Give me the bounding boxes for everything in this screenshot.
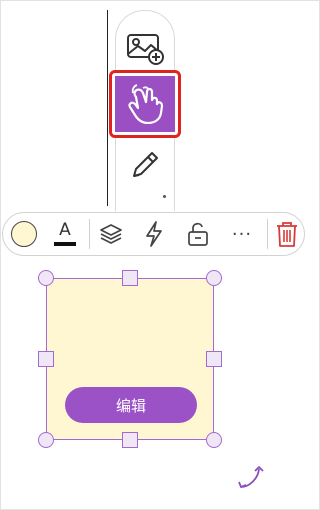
delete-button[interactable]: [272, 219, 302, 249]
trash-icon: [277, 222, 297, 247]
resize-handle-top-left[interactable]: [38, 270, 54, 286]
unlock-icon: [188, 222, 208, 246]
lock-button[interactable]: [183, 219, 213, 249]
action-button[interactable]: [139, 219, 169, 249]
resize-handle-top-right[interactable]: [206, 270, 222, 286]
resize-handle-bottom-left[interactable]: [38, 432, 54, 448]
layer-order-button[interactable]: [96, 219, 126, 249]
add-image-button[interactable]: [125, 29, 165, 69]
edit-button[interactable]: 编辑: [65, 387, 197, 423]
text-color-icon: A: [54, 220, 76, 247]
image-add-icon: [127, 34, 164, 65]
selected-tool-highlight: [109, 70, 181, 138]
rotate-icon: [238, 466, 264, 488]
toolbar-divider: [89, 219, 90, 249]
pencil-icon: [133, 152, 158, 177]
hand-tool-button[interactable]: [115, 76, 175, 132]
text-color-button[interactable]: A: [50, 219, 80, 249]
side-tool-panel: [109, 10, 181, 211]
toolbar-divider: [267, 219, 268, 249]
object-toolbar: A ···: [2, 212, 305, 256]
resize-handle-top[interactable]: [122, 270, 138, 286]
resize-handle-bottom-right[interactable]: [206, 432, 222, 448]
fill-color-swatch: [11, 221, 37, 247]
fill-color-button[interactable]: [9, 219, 39, 249]
more-options-button[interactable]: ···: [227, 219, 257, 249]
hand-pointer-icon: [128, 84, 164, 124]
lightning-icon: [146, 221, 162, 247]
layers-icon: [100, 224, 122, 244]
rotate-handle[interactable]: [236, 462, 266, 492]
more-icon: ···: [231, 223, 253, 245]
text-color-letter: A: [59, 220, 71, 240]
resize-handle-right[interactable]: [206, 351, 222, 367]
scroll-indicator: [163, 195, 166, 198]
resize-handle-left[interactable]: [38, 351, 54, 367]
resize-handle-bottom[interactable]: [122, 432, 138, 448]
text-color-bar: [54, 242, 76, 246]
pen-tool-button[interactable]: [125, 145, 165, 185]
vertical-divider: [107, 10, 108, 206]
